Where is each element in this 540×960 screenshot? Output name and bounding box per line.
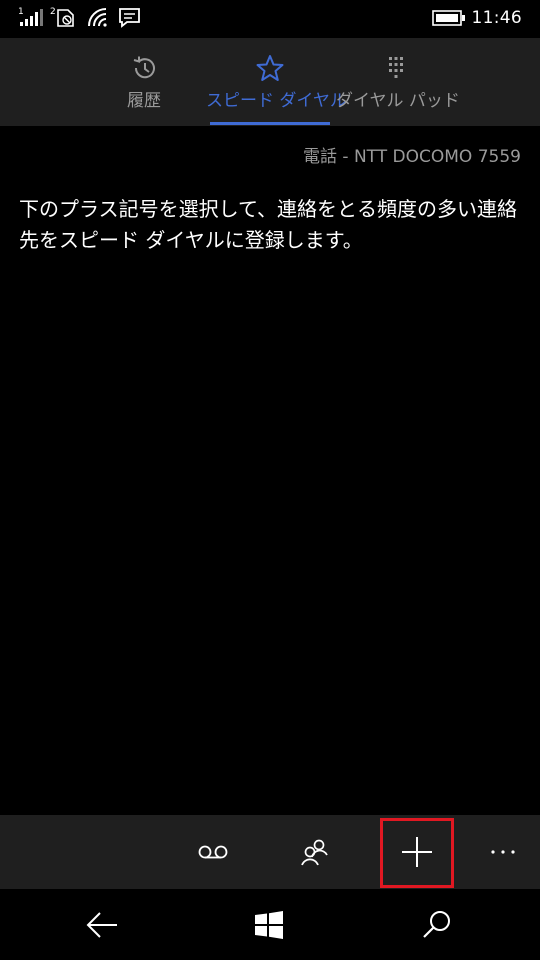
tab-dialpad[interactable]: ダイヤル パッド xyxy=(336,38,460,126)
tab-dialpad-label: ダイヤル パッド xyxy=(336,91,460,111)
status-bar: 1 2 11:46 xyxy=(0,0,540,38)
search-button[interactable] xyxy=(397,889,477,960)
navigation-bar xyxy=(0,889,540,960)
tab-speed-dial[interactable]: スピード ダイヤル xyxy=(206,38,347,126)
windows-start-icon xyxy=(255,910,283,939)
wifi-icon xyxy=(86,6,110,32)
speed-dial-instructions: 下のプラス記号を選択して、連絡をとる頻度の多い連絡先をスピード ダイヤルに登録し… xyxy=(19,197,517,252)
voicemail-button[interactable] xyxy=(176,815,250,889)
back-button[interactable] xyxy=(62,889,142,960)
star-icon xyxy=(256,55,284,81)
tab-header: 履歴 スピード ダイヤル ダイヤル パッド xyxy=(0,38,540,126)
sim2-index: 2 xyxy=(50,7,56,17)
app-bar xyxy=(0,815,540,889)
phone-line-label: 電話 - NTT DOCOMO 7559 xyxy=(303,147,521,167)
more-icon xyxy=(491,850,515,854)
contacts-button[interactable] xyxy=(278,815,352,889)
add-button-highlight xyxy=(380,818,454,888)
sim-no-signal-icon: 2 xyxy=(50,6,76,32)
phone-screen: 1 2 11:46 履歴 スピード ダイヤル ダイヤル パッド 電話 - NTT… xyxy=(0,0,540,960)
tab-speed-dial-label: スピード ダイヤル xyxy=(206,91,347,111)
signal-icon: 1 xyxy=(18,6,44,32)
dialpad-icon xyxy=(389,57,403,78)
start-button[interactable] xyxy=(229,889,309,960)
clock: 11:46 xyxy=(471,8,522,28)
back-icon xyxy=(86,911,117,938)
search-icon xyxy=(423,910,450,938)
message-icon xyxy=(118,6,142,32)
tab-history-label: 履歴 xyxy=(127,91,161,111)
battery-icon xyxy=(432,10,466,30)
history-icon xyxy=(133,56,155,79)
more-button[interactable] xyxy=(466,815,540,889)
tab-history[interactable]: 履歴 xyxy=(84,38,204,126)
contacts-icon xyxy=(301,839,328,866)
sim1-index: 1 xyxy=(18,7,24,17)
voicemail-icon xyxy=(198,845,228,859)
active-tab-indicator xyxy=(210,122,330,125)
